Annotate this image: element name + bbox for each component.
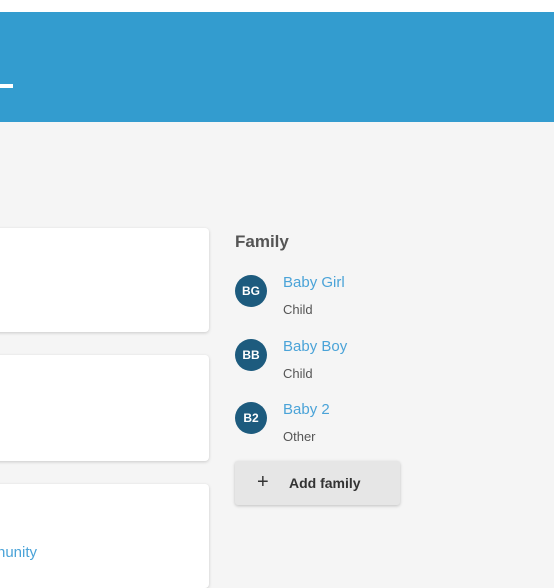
avatar: BG [235, 275, 267, 307]
content-card [0, 355, 209, 461]
family-member-relation: Other [283, 429, 316, 444]
header-banner [0, 0, 554, 122]
add-family-button[interactable]: + Add family [235, 461, 400, 505]
family-member: BG Baby Girl Child [235, 274, 535, 325]
family-member-relation: Child [283, 366, 313, 381]
family-member-name-link[interactable]: Baby 2 [283, 401, 330, 418]
content-card [0, 228, 209, 332]
family-member-name-link[interactable]: Baby Girl [283, 274, 345, 291]
family-member: B2 Baby 2 Other [235, 401, 535, 452]
avatar: BB [235, 339, 267, 371]
header-logo-fragment [0, 84, 13, 88]
plus-icon: + [257, 471, 269, 493]
add-family-label: Add family [289, 475, 361, 491]
card-link[interactable]: nunity [0, 544, 37, 561]
page: nunity Family BG Baby Girl Child BB Baby… [0, 0, 554, 588]
family-member: BB Baby Boy Child [235, 338, 535, 389]
avatar: B2 [235, 402, 267, 434]
content-card: nunity [0, 484, 209, 588]
family-title: Family [235, 232, 289, 251]
family-member-relation: Child [283, 302, 313, 317]
family-member-name-link[interactable]: Baby Boy [283, 338, 347, 355]
top-strip [0, 0, 554, 12]
